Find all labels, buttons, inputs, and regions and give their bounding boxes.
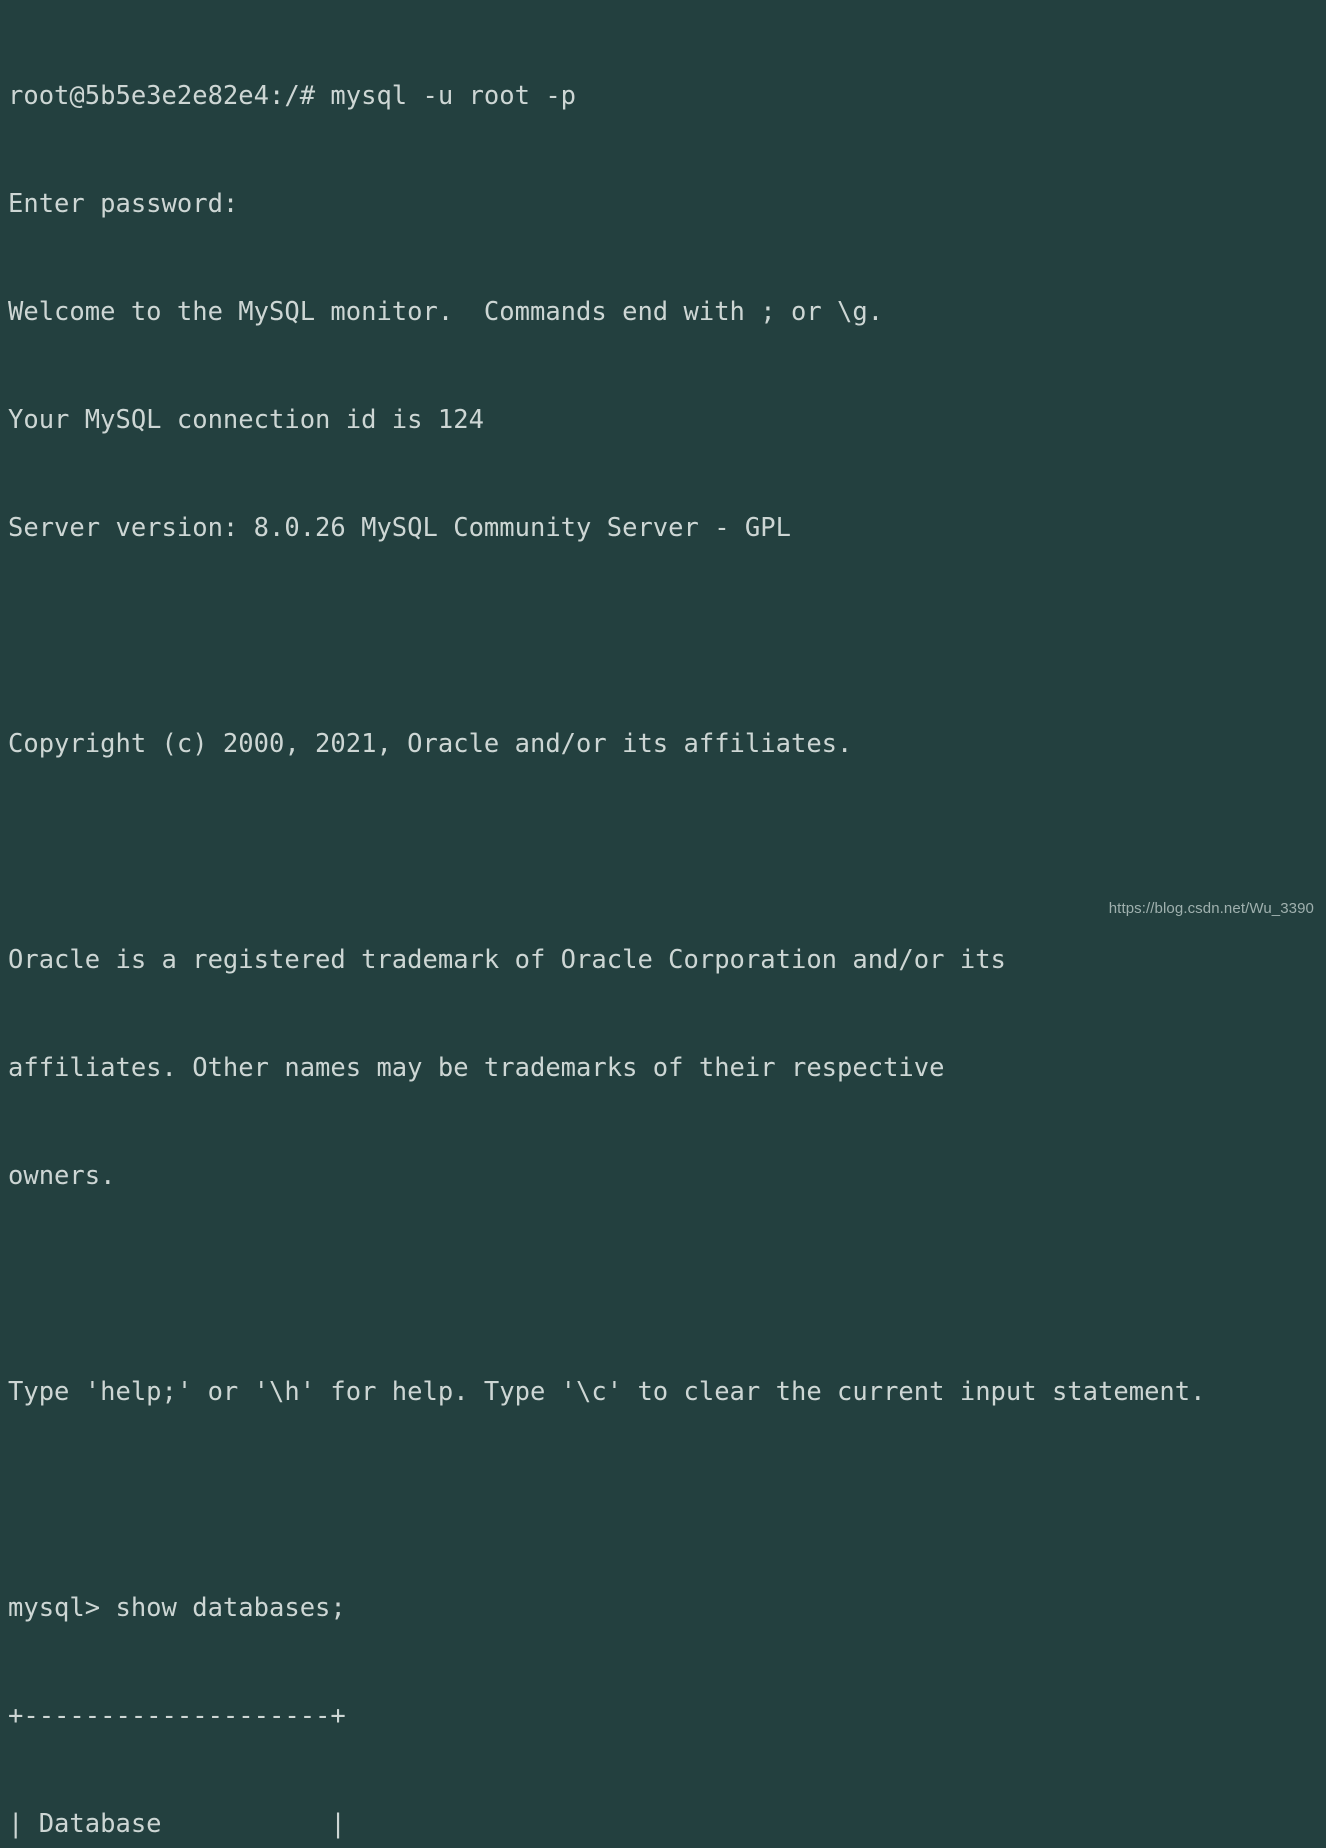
table-border-top: +--------------------+ bbox=[8, 1701, 346, 1731]
terminal-line-blank-3 bbox=[8, 1266, 1326, 1302]
terminal-window[interactable]: root@5b5e3e2e82e4:/# mysql -u root -p En… bbox=[0, 0, 1326, 1839]
terminal-line-help-hint: Type 'help;' or '\h' for help. Type '\c'… bbox=[8, 1377, 1206, 1407]
terminal-line-trademark-1: Oracle is a registered trademark of Orac… bbox=[8, 945, 1006, 975]
terminal-line-prompt-command: root@5b5e3e2e82e4:/# mysql -u root -p bbox=[8, 81, 577, 111]
terminal-line-server-version: Server version: 8.0.26 MySQL Community S… bbox=[8, 513, 791, 543]
terminal-line-trademark-2: affiliates. Other names may be trademark… bbox=[8, 1053, 945, 1083]
terminal-line-blank-2 bbox=[8, 834, 1326, 870]
terminal-line-copyright: Copyright (c) 2000, 2021, Oracle and/or … bbox=[8, 729, 853, 759]
terminal-line-query: mysql> show databases; bbox=[8, 1593, 346, 1623]
terminal-line-trademark-3: owners. bbox=[8, 1161, 116, 1191]
watermark-blog-url: https://blog.csdn.net/Wu_3390 bbox=[1108, 900, 1314, 917]
terminal-line-password-prompt: Enter password: bbox=[8, 189, 239, 219]
terminal-output: root@5b5e3e2e82e4:/# mysql -u root -p En… bbox=[8, 6, 1326, 1848]
terminal-line-blank-4 bbox=[8, 1482, 1326, 1518]
terminal-line-welcome: Welcome to the MySQL monitor. Commands e… bbox=[8, 297, 884, 327]
terminal-line-blank-1 bbox=[8, 618, 1326, 654]
table-header-row: | Database | bbox=[8, 1809, 346, 1839]
terminal-line-connection-id: Your MySQL connection id is 124 bbox=[8, 405, 484, 435]
